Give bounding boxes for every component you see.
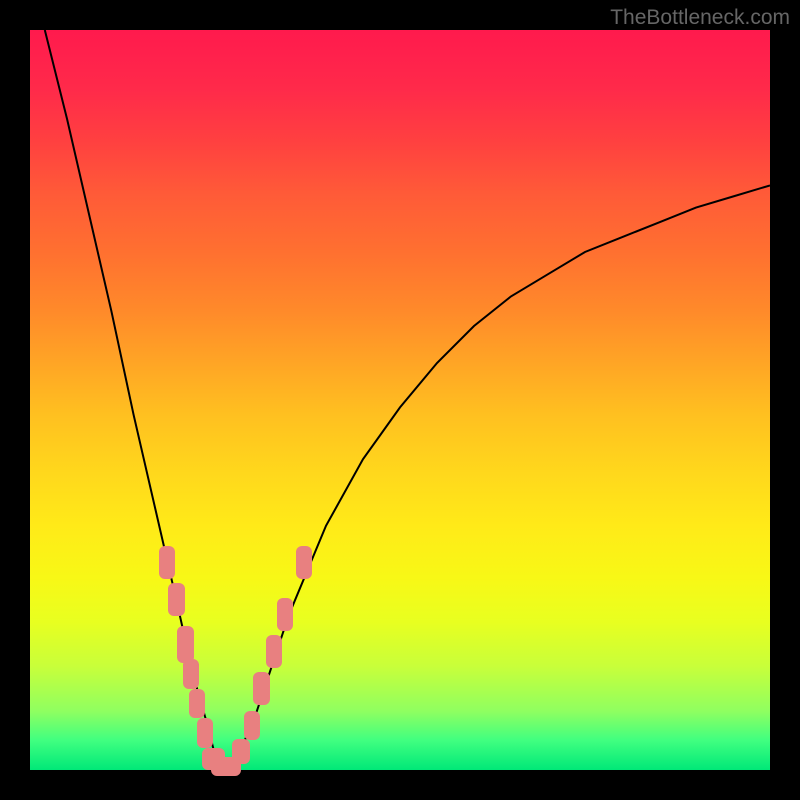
data-marker <box>244 711 260 741</box>
data-marker <box>183 659 199 689</box>
curve-svg <box>30 30 770 770</box>
bottleneck-curve <box>45 30 770 770</box>
data-marker <box>168 583 184 616</box>
data-marker <box>296 546 312 579</box>
data-marker <box>189 689 205 719</box>
watermark-text: TheBottleneck.com <box>610 6 790 30</box>
data-marker <box>232 739 251 765</box>
data-marker <box>277 598 293 631</box>
data-marker <box>177 626 193 663</box>
data-marker <box>159 546 175 579</box>
data-marker <box>266 635 282 668</box>
data-marker <box>253 672 269 705</box>
data-marker <box>197 718 213 748</box>
plot-area <box>30 30 770 770</box>
